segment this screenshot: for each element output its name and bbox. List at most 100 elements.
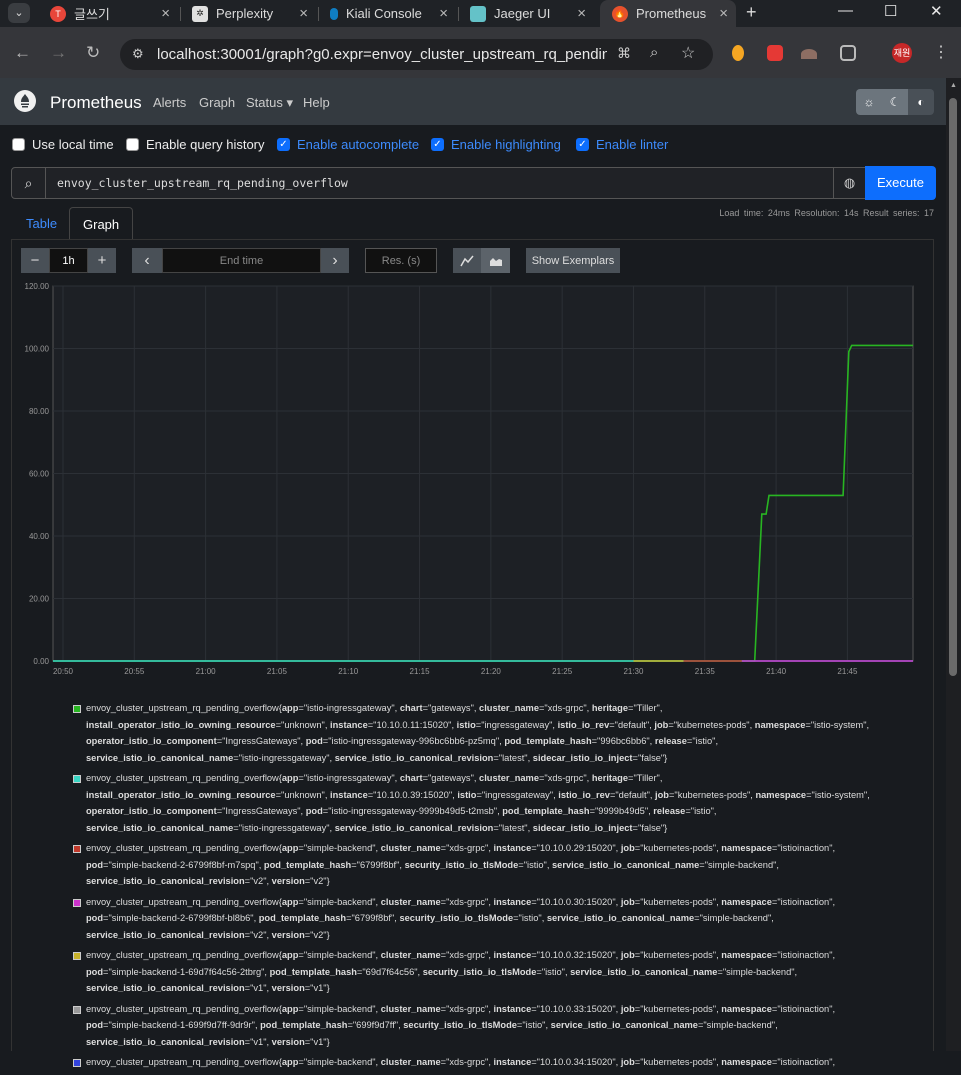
legend-series-label: envoy_cluster_upstream_rq_pending_overfl… [86,896,836,940]
unstacked-chart-icon[interactable] [453,248,481,273]
nav-help[interactable]: Help [303,95,330,110]
url-text: localhost:30001/graph?g0.expr=envoy_clus… [157,46,607,63]
zoom-icon[interactable]: ⌕ [650,44,658,61]
profile-avatar[interactable]: 재원 [892,43,912,63]
stacked-chart-icon[interactable] [481,248,510,273]
legend-swatch [73,775,81,783]
legend-swatch [73,1059,81,1067]
legend-swatch [73,705,81,713]
browser-tab-1[interactable]: ✲ Perplexity × [180,0,316,27]
checkbox[interactable] [126,138,139,151]
prometheus-logo-icon[interactable] [14,90,36,112]
option-label: Enable highlighting [451,137,561,152]
option-autocomplete[interactable]: ✓ Enable autocomplete [277,137,419,152]
range-increase-button[interactable]: + [88,248,116,273]
close-icon[interactable]: × [299,5,308,22]
option-linter[interactable]: ✓ Enable linter [576,137,668,152]
x-tick-label: 20:55 [124,667,145,676]
tab-graph[interactable]: Graph [69,207,134,240]
browser-tab-3[interactable]: Jaeger UI × [458,0,594,27]
query-stats: Load time: 24ms Resolution: 14s Result s… [719,208,934,218]
scrollbar-thumb[interactable] [949,98,957,676]
legend-item[interactable]: envoy_cluster_upstream_rq_pending_overfl… [70,770,870,836]
close-icon[interactable]: × [719,5,728,22]
legend-item[interactable]: envoy_cluster_upstream_rq_pending_overfl… [70,894,870,944]
legend-item[interactable]: envoy_cluster_upstream_rq_pending_overfl… [70,840,870,890]
legend-item[interactable]: envoy_cluster_upstream_rq_pending_overfl… [70,947,870,997]
range-decrease-button[interactable]: − [21,248,49,273]
x-tick-label: 21:00 [196,667,217,676]
option-label: Use local time [32,137,114,152]
option-highlighting[interactable]: ✓ Enable highlighting [431,137,561,152]
tab-title: Kiali Console [346,6,422,21]
graph-legend: envoy_cluster_upstream_rq_pending_overfl… [70,700,870,1075]
browser-tab-4-active[interactable]: 🔥 Prometheus × [600,0,736,27]
checkbox-checked[interactable]: ✓ [576,138,589,151]
range-input[interactable]: 1h [49,248,88,273]
browser-tab-2[interactable]: Kiali Console × [318,0,456,27]
graph-chart[interactable]: 0.00 20.00 40.00 60.00 80.00 100.00 120.00 20:5… [0,278,961,688]
nav-status-dropdown[interactable]: Status ▾ [246,95,293,111]
window-close-icon[interactable]: ✕ [930,2,943,20]
minimize-icon[interactable]: — [838,2,853,19]
close-icon[interactable]: × [577,5,586,22]
show-exemplars-button[interactable]: Show Exemplars [526,248,620,273]
option-label: Enable autocomplete [297,137,420,152]
y-tick-label: 120.00 [25,282,50,291]
x-tick-label: 21:25 [552,667,573,676]
browser-tab-0[interactable]: T 글쓰기 × [38,0,178,27]
back-icon[interactable]: ← [14,43,31,63]
tab-table[interactable]: Table [13,207,70,240]
y-tick-label: 0.00 [33,657,49,666]
option-label: Enable linter [596,137,669,152]
address-bar[interactable]: ⚙ localhost:30001/graph?g0.expr=envoy_cl… [120,39,713,70]
extension-icon[interactable] [801,49,817,59]
x-tick-label: 21:05 [267,667,288,676]
y-tick-label: 20.00 [29,595,50,604]
x-tick-label: 21:40 [766,667,787,676]
x-tick-label: 21:15 [410,667,431,676]
end-time-back-button[interactable]: ‹ [132,248,162,273]
checkbox[interactable] [12,138,25,151]
metrics-explorer-icon[interactable]: ◍ [833,168,865,198]
option-query-history[interactable]: Enable query history [126,137,265,152]
page-scrollbar[interactable]: ▲ [946,78,961,1051]
maximize-icon[interactable]: ☐ [884,2,897,20]
translate-icon[interactable]: ⌘ [617,45,631,62]
extension-icon[interactable] [767,45,783,61]
checkbox-checked[interactable]: ✓ [277,138,290,151]
close-icon[interactable]: × [161,5,170,22]
browser-theme-icon[interactable]: ◐ [908,89,934,115]
light-theme-icon[interactable]: ☼ [856,89,882,115]
extensions-puzzle-icon[interactable] [840,45,856,61]
new-tab-icon[interactable]: + [746,2,757,23]
forward-icon[interactable]: → [50,43,67,63]
checkbox-checked[interactable]: ✓ [431,138,444,151]
tab-search-icon[interactable]: ⌄ [8,3,30,23]
perplexity-icon: ✲ [192,5,208,22]
legend-swatch [73,845,81,853]
site-info-icon[interactable]: ⚙ [132,46,144,62]
legend-item[interactable]: envoy_cluster_upstream_rq_pending_overfl… [70,1054,870,1071]
legend-item[interactable]: envoy_cluster_upstream_rq_pending_overfl… [70,1001,870,1051]
legend-swatch [73,952,81,960]
bookmark-star-icon[interactable]: ☆ [681,43,695,63]
nav-graph[interactable]: Graph [199,95,235,110]
close-icon[interactable]: × [439,5,448,22]
resolution-input[interactable]: Res. (s) [365,248,437,273]
end-time-input[interactable]: End time [162,248,321,273]
expression-input[interactable]: envoy_cluster_upstream_rq_pending_overfl… [57,176,348,190]
brand-title[interactable]: Prometheus [50,93,142,113]
nav-alerts[interactable]: Alerts [153,95,186,110]
option-use-local-time[interactable]: Use local time [12,137,114,152]
tistory-icon: T [50,5,66,22]
expression-input-group: ⌕ envoy_cluster_upstream_rq_pending_over… [11,166,936,200]
menu-kebab-icon[interactable]: ⋮ [933,42,949,62]
extension-icon[interactable] [732,45,744,61]
reload-icon[interactable]: ↻ [86,43,100,63]
end-time-forward-button[interactable]: › [321,248,349,273]
legend-item[interactable]: envoy_cluster_upstream_rq_pending_overfl… [70,700,870,766]
execute-button[interactable]: Execute [865,166,936,200]
dark-theme-icon[interactable]: ☾ [882,89,908,115]
x-tick-label: 20:50 [53,667,74,676]
